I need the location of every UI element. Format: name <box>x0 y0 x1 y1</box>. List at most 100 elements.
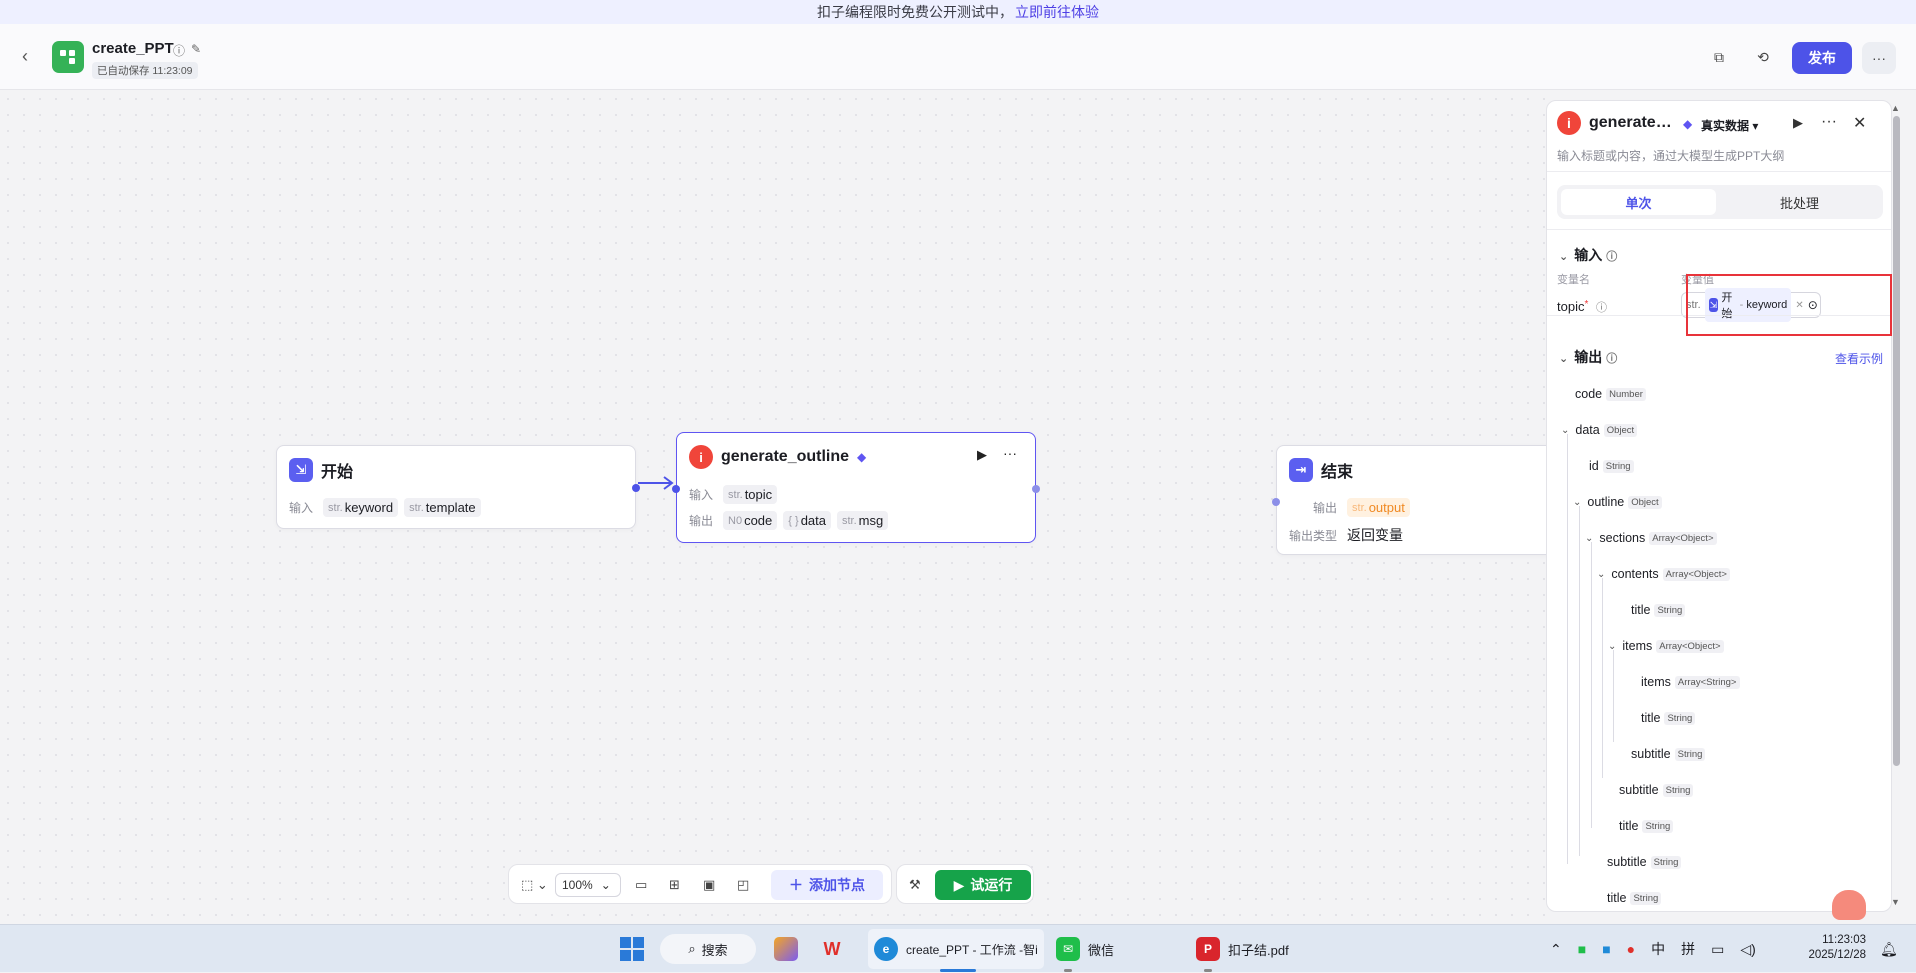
output-field-items[interactable]: ⌄ items Array<Object> <box>1608 639 1724 653</box>
end-node-icon: ⇥ <box>1289 458 1313 482</box>
col-variable-name: 变量名 <box>1557 274 1590 286</box>
chevron-down-icon: ⌄ <box>1561 424 1570 436</box>
close-icon[interactable]: ✕ <box>1853 113 1866 133</box>
chevron-down-icon: ⌄ <box>1597 568 1606 580</box>
minimap-icon[interactable]: ◰ <box>737 877 749 893</box>
run-icon[interactable]: ▶ <box>1793 115 1803 131</box>
start-menu-button[interactable] <box>620 925 644 973</box>
end-node[interactable]: ⇥ 结束 输出 str. output 输出类型 返回变量 <box>1272 445 1566 555</box>
info-icon[interactable]: ⓘ <box>1606 353 1617 365</box>
qq-tray-icon[interactable]: ● <box>1627 941 1635 957</box>
start-node[interactable]: ⇲ 开始 输入 str. keyword str. template <box>276 445 640 529</box>
taskbar-search[interactable]: ⌕ 搜索 <box>660 934 756 964</box>
autosave-status: 已自动保存 11:23:09 <box>92 62 198 79</box>
info-icon[interactable]: ⓘ <box>173 42 185 59</box>
wps-icon: W <box>823 938 841 959</box>
output-field-title: title String <box>1607 891 1662 905</box>
tab-single[interactable]: 单次 <box>1561 189 1716 215</box>
info-icon[interactable]: ⓘ <box>1606 251 1617 263</box>
copy-icon[interactable]: ⧉ <box>1709 47 1729 67</box>
output-field-data[interactable]: ⌄ data Object <box>1561 423 1638 437</box>
see-example-link[interactable]: 查看示例 <box>1835 350 1883 367</box>
trial-run-label: 试运行 <box>970 877 1013 893</box>
node-more-icon[interactable]: ··· <box>1003 445 1017 461</box>
wrench-icon[interactable]: ⚒ <box>909 877 921 893</box>
add-node-button[interactable]: ＋ 添加节点 <box>771 870 883 900</box>
trial-run-button[interactable]: ▶ 试运行 <box>935 870 1031 900</box>
scroll-up-arrow-icon[interactable]: ▲ <box>1891 103 1900 113</box>
scroll-down-arrow-icon[interactable]: ▼ <box>1891 897 1900 907</box>
edge-browser-icon: e <box>874 937 898 961</box>
publish-button[interactable]: 发布 <box>1792 42 1852 74</box>
tab-batch[interactable]: 批处理 <box>1722 189 1877 215</box>
zoom-select[interactable]: 100% ⌄ <box>555 873 621 897</box>
search-icon: ⌕ <box>688 941 696 956</box>
panel-scrollbar[interactable] <box>1893 116 1900 766</box>
pdf-label: 扣子结.pdf <box>1228 942 1289 958</box>
start-output-port[interactable] <box>632 484 640 492</box>
data-mode-label: 真实数据 <box>1701 119 1750 133</box>
back-arrow-icon[interactable]: ‹ <box>22 46 28 67</box>
play-icon: ▶ <box>953 876 965 893</box>
taskbar-app-edge[interactable]: e create_PPT - 工作流 -智i <box>874 925 1038 973</box>
canvas-toolbar: ⬚ ⌄ 100% ⌄ ▭ ⊞ ▣ ◰ ＋ 添加节点 <box>508 864 892 904</box>
generate-output-port[interactable] <box>1032 485 1040 493</box>
windows-logo-icon <box>620 937 644 961</box>
chevron-down-icon: ⌄ <box>1608 640 1617 652</box>
input-section-header[interactable]: ⌄ 输入 ⓘ <box>1559 245 1617 265</box>
input-section-title: 输入 <box>1574 247 1603 263</box>
banner-link[interactable]: 立即前往体验 <box>1015 2 1099 22</box>
system-clock[interactable]: 11:23:03 2025/12/28 <box>1806 933 1866 963</box>
generate-input-port[interactable] <box>672 485 680 493</box>
promo-banner: 扣子编程限时免费公开测试中， 立即前往体验 <box>0 0 1916 24</box>
output-field-title: title String <box>1619 819 1674 833</box>
assistant-mascot-icon[interactable] <box>1832 890 1866 920</box>
tray-expand-icon[interactable]: ⌃ <box>1550 941 1562 958</box>
banner-text: 扣子编程限时免费公开测试中， <box>817 4 1013 20</box>
more-menu-button[interactable]: ··· <box>1862 42 1896 74</box>
run-toolbar: ⚒ ▶ 试运行 <box>896 864 1034 904</box>
panel-title: generate_outline <box>1589 114 1679 131</box>
premium-gem-icon: ◆ <box>1683 117 1693 131</box>
taskbar-app-pdf[interactable]: P 扣子结.pdf <box>1196 925 1289 973</box>
image-icon[interactable]: ▣ <box>703 877 715 893</box>
taskbar-app-copilot[interactable] <box>774 925 798 973</box>
dingtalk-tray-icon[interactable]: ■ <box>1602 941 1610 957</box>
output-field-id: id String <box>1589 459 1634 473</box>
edit-icon[interactable]: ✎ <box>191 42 201 56</box>
wechat-tray-icon[interactable]: ■ <box>1578 941 1586 957</box>
chevron-down-icon: ⌄ <box>1559 251 1569 263</box>
system-tray: ⌃ ■ ■ ● 中 拼 ▭ ◁) <box>1550 925 1756 973</box>
output-field-subtitle: subtitle String <box>1619 783 1694 797</box>
workflow-canvas[interactable]: ⇲ 开始 输入 str. keyword str. template i gener… <box>0 91 1566 919</box>
layout-icon[interactable]: ⊞ <box>669 877 680 893</box>
taskbar-app-wechat[interactable]: ✉ 微信 <box>1056 925 1114 973</box>
history-icon[interactable]: ⟲ <box>1753 47 1773 67</box>
plugin-icon: i <box>1557 111 1581 135</box>
ime-language[interactable]: 中 <box>1651 939 1665 959</box>
volume-icon[interactable]: ◁) <box>1740 941 1755 958</box>
plus-icon: ＋ <box>789 877 803 893</box>
notification-bell-icon[interactable]: 🔔︎ <box>1880 941 1898 958</box>
node-config-panel: i generate_outline ◆ 真实数据 ▾ ▶ ··· ✕ 输入标题… <box>1546 100 1892 912</box>
comment-icon[interactable]: ▭ <box>635 877 647 893</box>
start-node-icon: ⇲ <box>289 458 313 482</box>
generate-input-label: 输入 <box>689 488 714 502</box>
info-icon[interactable]: ⓘ <box>1596 302 1607 314</box>
network-icon[interactable]: ▭ <box>1711 941 1724 958</box>
output-field-outline[interactable]: ⌄ outline Object <box>1573 495 1662 509</box>
run-node-icon[interactable]: ▶ <box>977 447 987 463</box>
output-field-contents[interactable]: ⌄ contents Array<Object> <box>1597 567 1730 581</box>
output-section-header[interactable]: ⌄ 输出 ⓘ <box>1559 347 1617 367</box>
data-mode-select[interactable]: 真实数据 ▾ <box>1701 117 1758 134</box>
generate-outline-node[interactable]: i generate_outline ◆ ▶ ··· 输入 str. topic … <box>672 432 1040 543</box>
panel-more-icon[interactable]: ··· <box>1821 113 1837 131</box>
ime-mode[interactable]: 拼 <box>1681 939 1695 959</box>
divider <box>1547 171 1891 172</box>
output-field-sections[interactable]: ⌄ sections Array<Object> <box>1585 531 1717 545</box>
end-input-port[interactable] <box>1272 498 1280 506</box>
mouse-mode-icon[interactable]: ⬚ ⌄ <box>521 877 548 893</box>
taskbar-app-wps[interactable]: W <box>820 925 844 973</box>
start-input-label: 输入 <box>289 501 314 515</box>
tree-guide <box>1567 434 1568 864</box>
